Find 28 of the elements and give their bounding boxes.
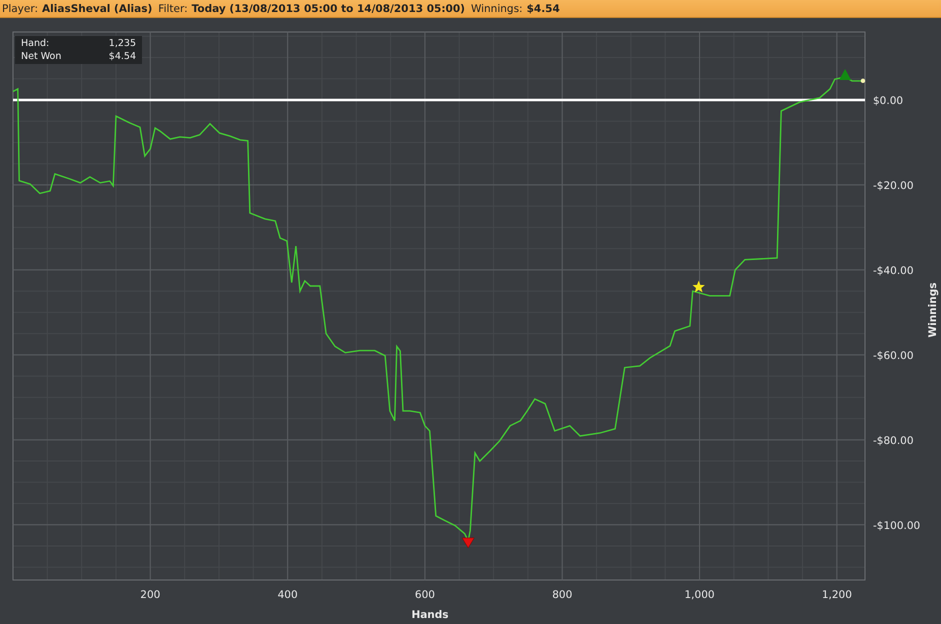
up-triangle-icon <box>839 69 852 80</box>
axis-tick-label: 600 <box>414 589 435 601</box>
axis-tick-label: $0.00 <box>873 94 904 107</box>
header-label: Winnings: <box>470 2 523 14</box>
axis-title: Winnings <box>927 282 939 338</box>
axis-tick-label: 1,200 <box>822 589 852 601</box>
header-label: Filter: <box>158 2 188 14</box>
header-value: Today (13/08/2013 05:00 to 14/08/2013 05:00) <box>192 2 465 14</box>
axis-title: Hands <box>411 609 449 621</box>
axis-tick-label: 800 <box>552 589 572 601</box>
tooltip-label: Net Won <box>21 51 62 62</box>
star-icon <box>692 280 705 292</box>
tooltip-value: $4.54 <box>108 51 136 62</box>
axis-tick-label: 200 <box>140 589 160 601</box>
tooltip-value: 1,235 <box>108 38 136 49</box>
header-value: $4.54 <box>526 2 560 14</box>
header-value: AliasSheval (Alias) <box>42 2 152 14</box>
axis-tick-label: -$60.00 <box>873 350 914 362</box>
axis-tick-label: -$100.00 <box>873 520 920 532</box>
header-label: Player: <box>2 2 38 14</box>
end-point-dot <box>860 78 866 84</box>
down-triangle-icon <box>462 538 474 548</box>
tooltip-label: Hand: <box>21 38 50 49</box>
axis-tick-label: 1,000 <box>684 589 715 601</box>
axis-tick-label: -$20.00 <box>873 180 914 192</box>
axis-tick-label: 400 <box>278 589 298 601</box>
axis-tick-label: -$40.00 <box>873 264 914 277</box>
axis-tick-label: -$80.00 <box>873 434 914 447</box>
